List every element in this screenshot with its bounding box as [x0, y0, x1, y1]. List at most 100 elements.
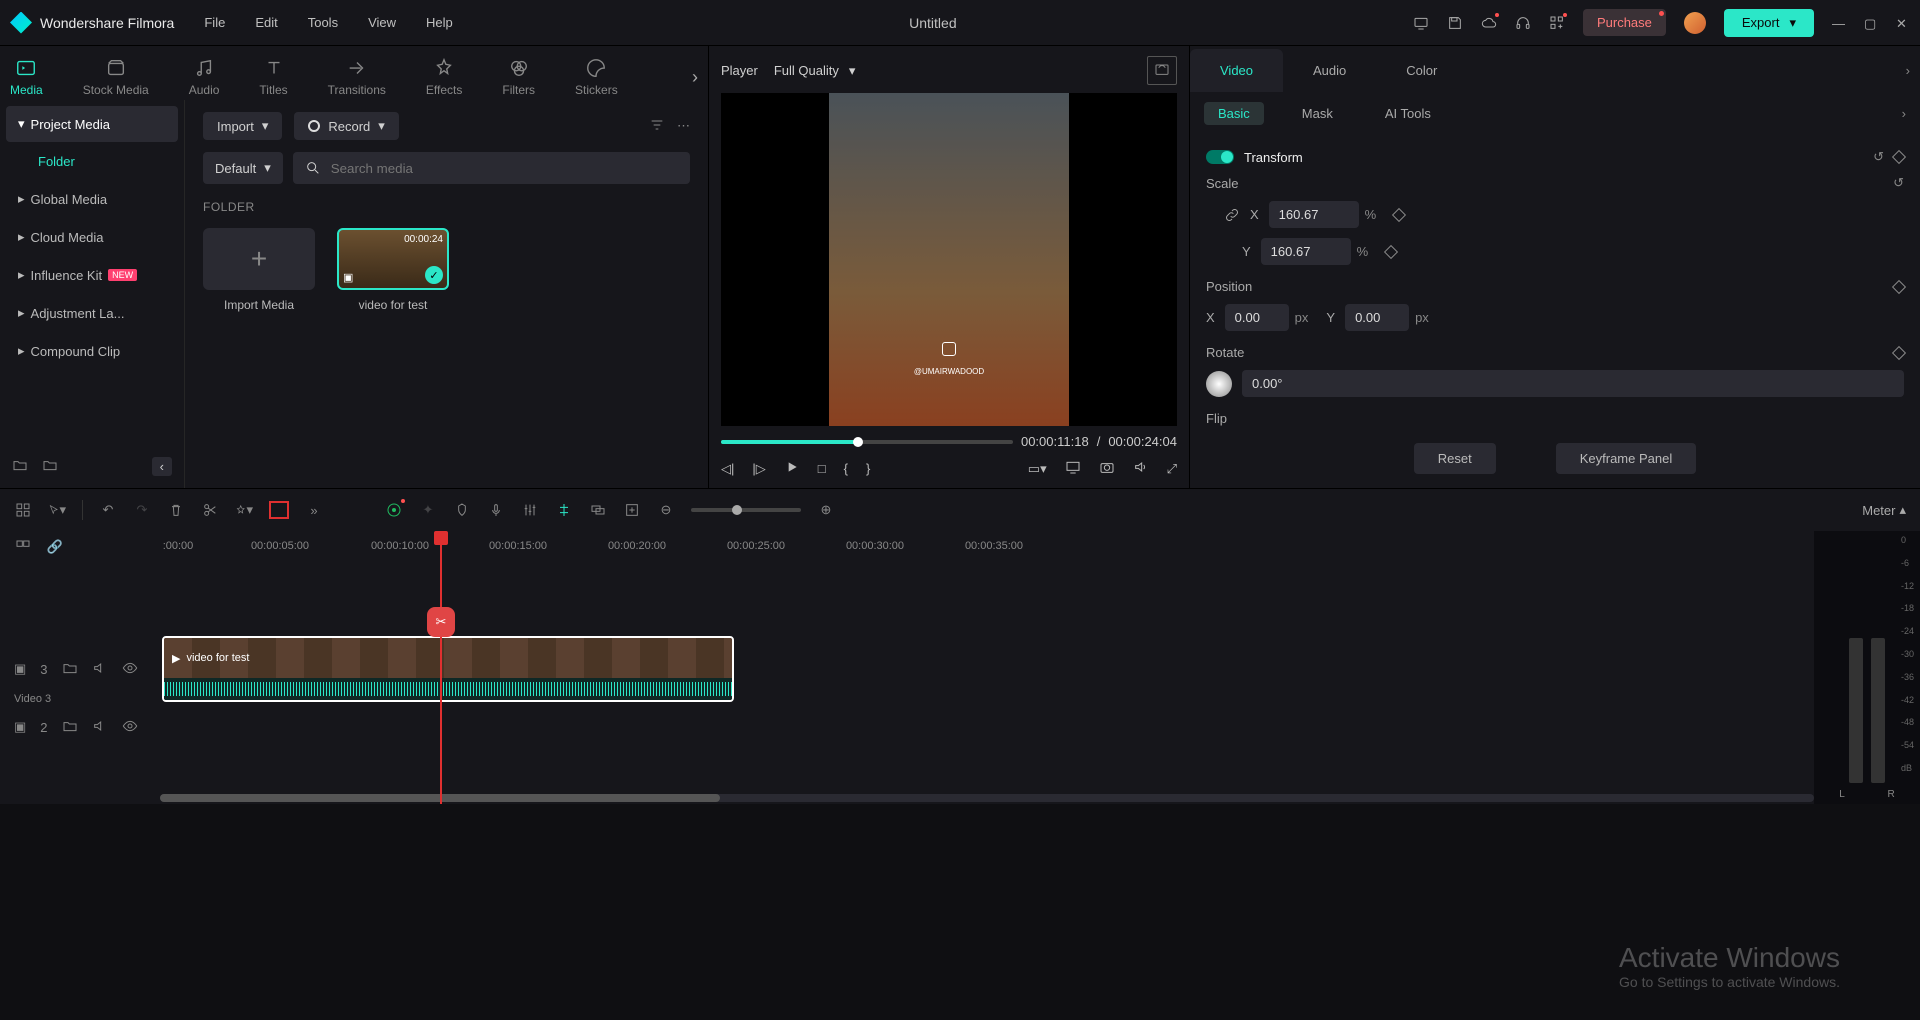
playhead-head-icon[interactable]: [434, 531, 448, 545]
scale-x-input[interactable]: 160.67: [1269, 201, 1359, 228]
save-icon[interactable]: [1447, 15, 1463, 31]
tree-cloud-media[interactable]: ▸Cloud Media: [6, 219, 178, 255]
subtab-more-icon[interactable]: ›: [1902, 106, 1906, 121]
mixer-icon[interactable]: [521, 501, 539, 519]
align-icon[interactable]: [555, 501, 573, 519]
scale-y-keyframe-icon[interactable]: [1384, 244, 1398, 258]
subtab-mask[interactable]: Mask: [1288, 102, 1347, 125]
tab-transitions[interactable]: Transitions: [328, 57, 386, 97]
add-track-icon[interactable]: [623, 501, 641, 519]
link-icon[interactable]: [1224, 207, 1240, 223]
reset-button[interactable]: Reset: [1414, 443, 1496, 474]
prev-frame-icon[interactable]: ◁|: [721, 461, 734, 477]
subtab-ai-tools[interactable]: AI Tools: [1371, 102, 1445, 125]
display-icon[interactable]: [1065, 459, 1081, 478]
progress-bar[interactable]: [721, 440, 1013, 444]
tab-audio[interactable]: Audio: [189, 57, 220, 97]
track-folder-icon[interactable]: [62, 718, 78, 737]
keyframe-panel-button[interactable]: Keyframe Panel: [1556, 443, 1697, 474]
tab-filters[interactable]: Filters: [502, 57, 535, 97]
fullscreen-icon[interactable]: ⤢: [1167, 461, 1177, 477]
effect-icon[interactable]: ✦: [419, 501, 437, 519]
rotate-knob[interactable]: [1206, 371, 1232, 397]
transform-toggle[interactable]: [1206, 150, 1234, 164]
mark-out-icon[interactable]: }: [866, 461, 870, 476]
props-tab-color[interactable]: Color: [1376, 49, 1467, 92]
tab-stickers[interactable]: Stickers: [575, 57, 618, 97]
subtab-basic[interactable]: Basic: [1204, 102, 1264, 125]
quality-dropdown[interactable]: Full Quality▾: [774, 63, 856, 79]
timeline-scrollbar[interactable]: [160, 794, 1814, 802]
track-clip-icon[interactable]: ▣: [14, 719, 26, 735]
track-folder-icon[interactable]: [62, 660, 78, 679]
stop-icon[interactable]: □: [818, 461, 826, 476]
camera-icon[interactable]: [1099, 459, 1115, 478]
tree-compound-clip[interactable]: ▸Compound Clip: [6, 333, 178, 369]
collapse-tree-icon[interactable]: ‹: [152, 457, 172, 476]
track-clip-icon[interactable]: ▣: [14, 661, 26, 677]
zoom-slider[interactable]: [691, 508, 801, 512]
tab-stock-media[interactable]: Stock Media: [83, 57, 149, 97]
redo-icon[interactable]: ↷: [133, 501, 151, 519]
import-dropdown[interactable]: Import▾: [203, 112, 282, 140]
export-button[interactable]: Export▾: [1724, 9, 1814, 37]
marker-icon[interactable]: [453, 501, 471, 519]
new-folder-icon[interactable]: [12, 457, 28, 476]
scale-reset-icon[interactable]: ↺: [1893, 175, 1904, 191]
pos-y-input[interactable]: 0.00: [1345, 304, 1409, 331]
tree-folder[interactable]: Folder: [6, 144, 178, 179]
tree-project-media[interactable]: ▾Project Media: [6, 106, 178, 142]
ai-tools-icon[interactable]: ▾: [235, 501, 253, 519]
search-box[interactable]: [293, 152, 690, 184]
group-icon[interactable]: [589, 501, 607, 519]
ratio-icon[interactable]: ▭▾: [1028, 461, 1047, 477]
props-expand-icon[interactable]: ›: [1906, 63, 1910, 78]
tab-media[interactable]: Media: [10, 57, 43, 97]
meter-label[interactable]: Meter▴: [1862, 502, 1906, 518]
import-media-tile[interactable]: + Import Media: [203, 228, 315, 312]
menu-tools[interactable]: Tools: [308, 15, 338, 30]
rotate-keyframe-icon[interactable]: [1892, 345, 1906, 359]
timeline-ruler[interactable]: :00:0000:00:05:0000:00:10:0000:00:15:000…: [0, 531, 1814, 561]
transform-reset-icon[interactable]: ↺: [1873, 149, 1884, 165]
scale-y-input[interactable]: 160.67: [1261, 238, 1351, 265]
cloud-icon[interactable]: [1481, 15, 1497, 31]
menu-edit[interactable]: Edit: [255, 15, 277, 30]
delete-icon[interactable]: [167, 501, 185, 519]
playhead[interactable]: ✂: [440, 531, 442, 804]
grid-plus-icon[interactable]: [1549, 15, 1565, 31]
pos-x-input[interactable]: 0.00: [1225, 304, 1289, 331]
next-frame-icon[interactable]: |▷: [752, 461, 765, 477]
track-visibility-icon[interactable]: [122, 718, 138, 737]
menu-file[interactable]: File: [204, 15, 225, 30]
snapshot-icon[interactable]: [1147, 56, 1177, 85]
timeline-clip[interactable]: ▶video for test: [162, 636, 734, 702]
maximize-icon[interactable]: ▢: [1864, 16, 1878, 30]
position-keyframe-icon[interactable]: [1892, 279, 1906, 293]
user-avatar[interactable]: [1684, 12, 1706, 34]
mark-in-icon[interactable]: {: [844, 461, 848, 476]
volume-icon[interactable]: [1133, 459, 1149, 478]
transform-keyframe-icon[interactable]: [1892, 150, 1906, 164]
folder-icon[interactable]: [42, 457, 58, 476]
menu-help[interactable]: Help: [426, 15, 453, 30]
tree-influence-kit[interactable]: ▸Influence KitNEW: [6, 257, 178, 293]
tabs-scroll-right-icon[interactable]: ›: [692, 67, 698, 88]
menu-view[interactable]: View: [368, 15, 396, 30]
undo-icon[interactable]: ↶: [99, 501, 117, 519]
split-icon[interactable]: [201, 501, 219, 519]
tab-titles[interactable]: Titles: [259, 57, 287, 97]
zoom-in-icon[interactable]: ⊕: [817, 501, 835, 519]
filter-icon[interactable]: [649, 117, 665, 136]
purchase-button[interactable]: Purchase: [1583, 9, 1666, 36]
media-clip-tile[interactable]: 00:00:24 ▣ ✓ video for test: [337, 228, 449, 312]
props-tab-audio[interactable]: Audio: [1283, 49, 1376, 92]
scale-x-keyframe-icon[interactable]: [1392, 207, 1406, 221]
more-tools-icon[interactable]: »: [305, 501, 323, 519]
record-dropdown[interactable]: Record▾: [294, 112, 398, 140]
cursor-icon[interactable]: ▾: [48, 501, 66, 519]
track-mute-icon[interactable]: [92, 660, 108, 679]
layout-icon[interactable]: [14, 501, 32, 519]
crop-icon[interactable]: [269, 501, 289, 519]
minimize-icon[interactable]: —: [1832, 16, 1846, 30]
